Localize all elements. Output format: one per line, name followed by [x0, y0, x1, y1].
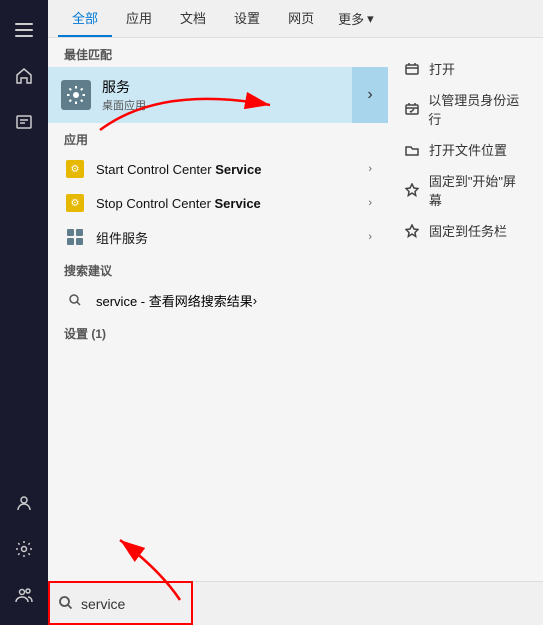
tab-more[interactable]: 更多 ▾ [328, 1, 384, 36]
right-panel: 打开 以管理员身份运行 [388, 38, 543, 581]
component-services-chevron: › [368, 231, 372, 243]
pin-start-icon [403, 183, 421, 197]
sidebar-person-icon[interactable] [4, 483, 44, 523]
tab-all[interactable]: 全部 [58, 0, 112, 37]
sidebar-menu-icon[interactable] [4, 10, 44, 50]
action-pin-start-label: 固定到"开始"屏幕 [429, 171, 528, 209]
action-open[interactable]: 打开 [403, 53, 528, 84]
search-suggest-label: service - 查看网络搜索结果 [96, 291, 253, 310]
pin-taskbar-icon [403, 224, 421, 238]
start-service-icon: ⚙ [64, 158, 86, 180]
sidebar-settings-icon[interactable] [4, 529, 44, 569]
stop-service-chevron: › [368, 197, 372, 209]
sidebar-contact-icon[interactable] [4, 102, 44, 142]
tab-bar: 全部 应用 文档 设置 网页 更多 ▾ [48, 0, 543, 38]
left-panel: 最佳匹配 服务 桌面应用 › [48, 38, 388, 581]
search-suggest-icon [64, 289, 86, 311]
action-pin-taskbar[interactable]: 固定到任务栏 [403, 215, 528, 246]
action-admin[interactable]: 以管理员身份运行 [403, 84, 528, 134]
suggestions-header: 搜索建议 [48, 254, 388, 283]
settings-empty-area [48, 346, 388, 406]
action-open-folder-label: 打开文件位置 [429, 140, 507, 159]
tab-web[interactable]: 网页 [274, 0, 328, 37]
best-match-title: 服务 [102, 77, 376, 97]
list-item-component-services[interactable]: 组件服务 › [48, 220, 388, 254]
search-bar-icon [58, 595, 73, 613]
stop-service-label: Stop Control Center Service [96, 196, 368, 211]
tab-apps[interactable]: 应用 [112, 0, 166, 37]
action-open-label: 打开 [429, 59, 455, 78]
sidebar-users-icon[interactable] [4, 575, 44, 615]
action-pin-taskbar-label: 固定到任务栏 [429, 221, 507, 240]
main-panel: 全部 应用 文档 设置 网页 更多 ▾ 最佳匹配 [48, 0, 543, 625]
folder-icon [403, 143, 421, 157]
content-area: 最佳匹配 服务 桌面应用 › [48, 38, 543, 581]
search-bar [48, 581, 543, 625]
open-icon [403, 62, 421, 76]
tab-settings[interactable]: 设置 [220, 0, 274, 37]
tab-docs[interactable]: 文档 [166, 0, 220, 37]
start-service-label: Start Control Center Service [96, 162, 368, 177]
best-match-text: 服务 桌面应用 [102, 77, 376, 113]
best-match-subtitle: 桌面应用 [102, 97, 376, 113]
settings-header: 设置 (1) [48, 317, 388, 346]
start-service-chevron: › [368, 163, 372, 175]
action-admin-label: 以管理员身份运行 [428, 90, 528, 128]
service-icon [60, 79, 92, 111]
admin-icon [403, 102, 420, 116]
search-input[interactable] [81, 596, 533, 612]
action-pin-start[interactable]: 固定到"开始"屏幕 [403, 165, 528, 215]
best-match-item[interactable]: 服务 桌面应用 › [48, 67, 388, 123]
sidebar-home-icon[interactable] [4, 56, 44, 96]
component-services-label: 组件服务 [96, 228, 368, 247]
sidebar [0, 0, 48, 625]
component-services-icon [64, 226, 86, 248]
list-item-stop-service[interactable]: ⚙ Stop Control Center Service › [48, 186, 388, 220]
list-item-start-service[interactable]: ⚙ Start Control Center Service › [48, 152, 388, 186]
search-suggest-item[interactable]: service - 查看网络搜索结果 › [48, 283, 388, 317]
apps-header: 应用 [48, 123, 388, 152]
search-suggest-chevron: › [253, 293, 257, 308]
best-match-header: 最佳匹配 [48, 38, 388, 67]
best-match-arrow[interactable]: › [352, 67, 388, 123]
stop-service-icon: ⚙ [64, 192, 86, 214]
action-open-folder[interactable]: 打开文件位置 [403, 134, 528, 165]
